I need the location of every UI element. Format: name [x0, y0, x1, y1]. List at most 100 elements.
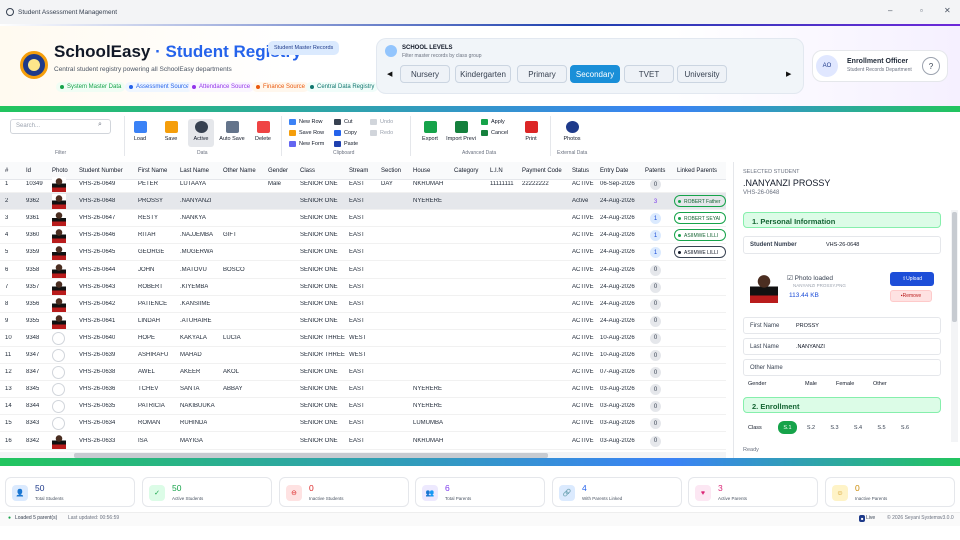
- linked-parent-chip[interactable]: ASIIMWE LILLI: [674, 246, 726, 259]
- column-header[interactable]: Section: [381, 168, 401, 174]
- load-button[interactable]: Load: [127, 119, 153, 147]
- column-header[interactable]: Last Name: [180, 168, 209, 174]
- table-row[interactable]: 13 8345 VHS-26-0636 TCHEV SANTA ABBAY SENIOR O…: [0, 381, 726, 399]
- student-number-field[interactable]: Student Number VHS-26-0648: [743, 236, 941, 254]
- minimize-icon[interactable]: –: [888, 6, 892, 15]
- cell-class: SENIOR ONE: [300, 198, 338, 205]
- table-row[interactable]: 9 9355 VHS-26-0641 LINDAH .ATUHAIRE SENIOR ON…: [0, 313, 726, 330]
- table-row[interactable]: 3 9361 VHS-26-0647 RESTY .NANKYA SENIOR ONE EA…: [0, 210, 726, 228]
- upload-button[interactable]: ⇪ Upload: [890, 272, 934, 286]
- table-row[interactable]: 7 9357 VHS-26-0643 ROBERT .KIYEMBA SENIOR ONE…: [0, 279, 726, 296]
- column-header[interactable]: #: [5, 168, 8, 174]
- cell-status: ACTIVE: [572, 403, 594, 410]
- level-button-university[interactable]: University: [677, 65, 727, 83]
- column-header[interactable]: Gender: [268, 168, 288, 174]
- column-header[interactable]: Id: [26, 168, 31, 174]
- active-button[interactable]: Active: [188, 119, 214, 147]
- redo-button[interactable]: Redo: [370, 130, 393, 136]
- table-row[interactable]: 5 9359 VHS-26-0645 GEORGE .MUGERWA SENIOR ONE…: [0, 244, 726, 262]
- undo-button[interactable]: Undo: [370, 119, 393, 125]
- column-header[interactable]: Status: [572, 168, 589, 174]
- column-header[interactable]: Class: [300, 168, 315, 174]
- levels-prev-icon[interactable]: ◀: [387, 70, 392, 78]
- photos-button[interactable]: Photos: [559, 119, 585, 147]
- table-row[interactable]: 8 9356 VHS-26-0642 PATIENCE .KANSIIME SENIOR …: [0, 296, 726, 313]
- class-chip-s6[interactable]: S.6: [896, 421, 915, 434]
- class-chip-s5[interactable]: S.5: [872, 421, 891, 434]
- table-row[interactable]: 11 9347 VHS-26-0639 ASHIRAFU MAHAD SENIOR THR…: [0, 347, 726, 364]
- column-header[interactable]: House: [413, 168, 430, 174]
- column-header[interactable]: First Name: [138, 168, 167, 174]
- linked-parent-chip[interactable]: ASIIMWE LILLI: [674, 229, 726, 242]
- class-chip-s1[interactable]: S.1: [778, 421, 797, 434]
- table-row[interactable]: 1 10349 VHS-26-0649 PETER LUTAAYA Male SENIOR …: [0, 176, 726, 193]
- save-label: Save: [164, 136, 178, 142]
- help-button[interactable]: ?: [922, 57, 940, 75]
- cell-id: 8345: [26, 386, 40, 393]
- panel-scrollbar-thumb[interactable]: [952, 212, 957, 322]
- apply-button[interactable]: Apply: [481, 119, 505, 125]
- column-header[interactable]: L.I.N: [490, 168, 503, 174]
- section-personal-info[interactable]: 1. Personal Information: [743, 212, 941, 228]
- levels-next-icon[interactable]: ▶: [786, 70, 791, 78]
- table-row[interactable]: 6 9358 VHS-26-0644 JOHN .MATOVU BOSCO SENIOR O…: [0, 262, 726, 279]
- export-button[interactable]: Export: [417, 119, 443, 147]
- cut-button[interactable]: Cut: [334, 119, 353, 125]
- column-header[interactable]: Patents: [645, 168, 665, 174]
- paste-button[interactable]: Paste: [334, 141, 358, 147]
- level-button-nursery[interactable]: Nursery: [400, 65, 450, 83]
- new-form-button[interactable]: New Form: [289, 141, 324, 147]
- column-header[interactable]: Payment Code: [522, 168, 562, 174]
- table-row[interactable]: 14 8344 VHS-26-0635 PATRICIA NAKIBUUKA SENIOR…: [0, 398, 726, 416]
- last-name-field[interactable]: Last Name .NANYANZI: [743, 338, 941, 355]
- close-icon[interactable]: ✕: [944, 6, 951, 15]
- table-row[interactable]: 12 8347 VHS-26-0638 AWEL AKEER AKOL SENIOR ONE…: [0, 364, 726, 382]
- other-name-field[interactable]: Other Name: [743, 359, 941, 376]
- autosave-button[interactable]: Auto Save: [219, 119, 245, 147]
- class-chip-s2[interactable]: S.2: [802, 421, 821, 434]
- import-button[interactable]: Import Previ: [446, 119, 476, 147]
- gender-option-male[interactable]: Male: [805, 381, 817, 387]
- stat-card: 👥 6 Total Parents: [415, 477, 545, 507]
- search-input[interactable]: Search...: [10, 119, 111, 134]
- print-button[interactable]: Print: [518, 119, 544, 147]
- class-chip-s3[interactable]: S.3: [825, 421, 844, 434]
- column-header[interactable]: Other Name: [223, 168, 256, 174]
- table-row[interactable]: 15 8343 VHS-26-0634 ROMAN RUHINDA SENIOR ONE E…: [0, 415, 726, 433]
- remove-button[interactable]: ▪ Remove: [890, 290, 932, 302]
- maximize-icon[interactable]: ▫: [920, 6, 923, 15]
- column-header[interactable]: Linked Parents: [677, 168, 717, 174]
- level-button-tvet[interactable]: TVET: [624, 65, 674, 83]
- column-header[interactable]: Student Number: [79, 168, 123, 174]
- new-row-button[interactable]: New Row: [289, 119, 323, 125]
- column-header[interactable]: Photo: [52, 168, 68, 174]
- level-button-kindergarten[interactable]: Kindergarten: [455, 65, 511, 83]
- class-chip-s4[interactable]: S.4: [849, 421, 868, 434]
- linked-parent-chip[interactable]: ROBERT SEYAI: [674, 212, 726, 225]
- gender-option-other[interactable]: Other: [873, 381, 887, 387]
- table-row[interactable]: 2 9362 VHS-26-0648 PROSSY .NANYANZI SENIOR ON…: [0, 193, 726, 211]
- save-row-button[interactable]: Save Row: [289, 130, 324, 136]
- first-name-field[interactable]: First Name PROSSY: [743, 317, 941, 334]
- section-enrollment[interactable]: 2. Enrollment: [743, 397, 941, 413]
- linked-parent-chip[interactable]: ROBERT Father: [674, 195, 726, 208]
- column-header[interactable]: Stream: [349, 168, 368, 174]
- column-header[interactable]: Category: [454, 168, 478, 174]
- column-header[interactable]: Entry Date: [600, 168, 628, 174]
- delete-button[interactable]: Delete: [250, 119, 276, 147]
- cell-stream: EAST: [349, 420, 365, 427]
- cell-house: LUMUMBA: [413, 420, 444, 427]
- table-row[interactable]: 16 8342 VHS-26-0633 ISA MAYIGA SENIOR ONE EAST…: [0, 433, 726, 450]
- level-button-primary[interactable]: Primary: [517, 65, 567, 83]
- gender-option-female[interactable]: Female: [836, 381, 854, 387]
- table-row[interactable]: 4 9360 VHS-26-0646 RITAH .NAJJEMBA GIFT SENIOR…: [0, 227, 726, 245]
- copy-button[interactable]: Copy: [334, 130, 357, 136]
- cancel-button[interactable]: Cancel: [481, 130, 508, 136]
- save-button[interactable]: Save: [158, 119, 184, 147]
- level-button-secondary[interactable]: Secondary: [570, 65, 620, 83]
- status-dot-icon: ●: [8, 515, 12, 521]
- parents-count-badge: 0: [650, 418, 661, 430]
- cell-date: 03-Aug-2026: [600, 420, 635, 427]
- table-row[interactable]: 10 9348 VHS-26-0640 HOPE KAKYALA LUCIA SENIOR …: [0, 330, 726, 347]
- selected-student-panel: [733, 162, 960, 458]
